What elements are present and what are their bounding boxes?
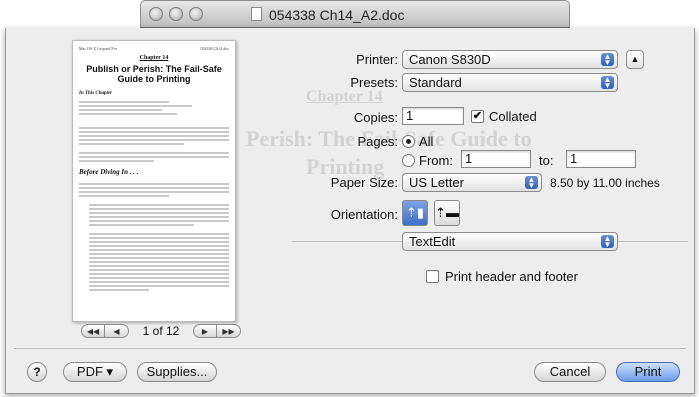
help-button[interactable]: ? (27, 362, 47, 382)
preview-body-1 (79, 99, 229, 117)
select-arrows-icon: ▲ ▼ (525, 176, 538, 190)
disclosure-button[interactable]: ▲ (626, 50, 644, 69)
close-window-button[interactable] (149, 7, 163, 21)
page-preview: Mac OS X Leopard For 054338 Ch14.doc Cha… (72, 40, 236, 322)
header-footer-checkbox[interactable] (426, 270, 439, 283)
preview-body-2 (79, 125, 229, 164)
first-page-button[interactable]: ◀◀ (81, 324, 105, 338)
document-icon (251, 7, 262, 21)
printer-label: Printer: (356, 52, 398, 67)
preview-header-right: 054338 Ch14.doc (200, 46, 229, 51)
from-label: From: (419, 153, 453, 168)
supplies-button[interactable]: Supplies... (137, 362, 217, 382)
from-page-field[interactable]: 1 (461, 150, 531, 168)
select-arrows-icon: ▲ ▼ (601, 53, 614, 67)
window-title: 054338 Ch14_A2.doc (269, 7, 405, 23)
print-dialog: Chapter 14 Perish: The Fail-Safe Guide t… (5, 28, 695, 394)
all-pages-radio[interactable] (402, 135, 415, 148)
pdf-button[interactable]: PDF ▾ (63, 362, 127, 382)
presets-select[interactable]: Standard ▲ ▼ (402, 73, 618, 92)
copies-label: Copies: (353, 110, 398, 125)
copies-field[interactable]: 1 (402, 107, 464, 125)
landscape-orientation-button[interactable]: ⇡▬ (434, 200, 460, 226)
zoom-window-button[interactable] (189, 7, 203, 21)
panel-select[interactable]: TextEdit ▲ ▼ (402, 232, 618, 251)
panel-value: TextEdit (409, 234, 456, 249)
background-chapter: Chapter 14 (306, 88, 383, 105)
orientation-label: Orientation: (330, 207, 398, 222)
collated-checkbox[interactable]: ✔ (471, 110, 484, 123)
all-pages-label: All (419, 134, 434, 149)
presets-label: Presets: (350, 75, 398, 90)
paper-size-value: US Letter (409, 175, 464, 190)
preview-chapter: Chapter 14 (139, 55, 169, 61)
title-bar: 054338 Ch14_A2.doc (140, 0, 570, 28)
select-arrows-icon: ▲ ▼ (601, 76, 614, 90)
print-button[interactable]: Print (616, 362, 680, 382)
portrait-orientation-button[interactable]: ⇡▮ (402, 200, 428, 226)
paper-size-label: Paper Size: (330, 175, 398, 190)
header-footer-label: Print header and footer (445, 269, 578, 284)
preview-section-2: Before Diving In . . . (79, 168, 139, 176)
printer-select[interactable]: Canon S830D ▲ ▼ (402, 50, 618, 69)
last-page-button[interactable]: ▶▶ (217, 324, 241, 338)
portrait-icon: ⇡▮ (405, 205, 425, 220)
to-page-field[interactable]: 1 (566, 150, 636, 168)
to-label: to: (539, 153, 554, 168)
pages-label: Pages: (357, 134, 398, 149)
page-range-radio[interactable] (402, 154, 415, 167)
page-navigation: ◀◀ ◀ 1 of 12 ▶ ▶▶ (81, 323, 241, 339)
previous-page-button[interactable]: ◀ (105, 324, 129, 338)
bottom-separator (14, 348, 686, 349)
select-arrows-icon: ▲ ▼ (601, 235, 614, 249)
preview-heading: Publish or Perish: The Fail-Safe Guide t… (86, 64, 222, 84)
collated-label: Collated (489, 109, 537, 124)
cancel-button[interactable]: Cancel (534, 362, 606, 382)
presets-value: Standard (409, 75, 462, 90)
preview-body-3 (79, 181, 229, 293)
printer-value: Canon S830D (409, 52, 491, 67)
landscape-icon: ⇡▬ (435, 205, 459, 220)
paper-size-select[interactable]: US Letter ▲ ▼ (402, 173, 542, 192)
page-count: 1 of 12 (142, 324, 180, 338)
preview-section-1: In This Chapter (79, 91, 113, 96)
minimize-window-button[interactable] (169, 7, 183, 21)
next-page-button[interactable]: ▶ (193, 324, 217, 338)
paper-dimensions: 8.50 by 11.00 inches (550, 176, 660, 190)
